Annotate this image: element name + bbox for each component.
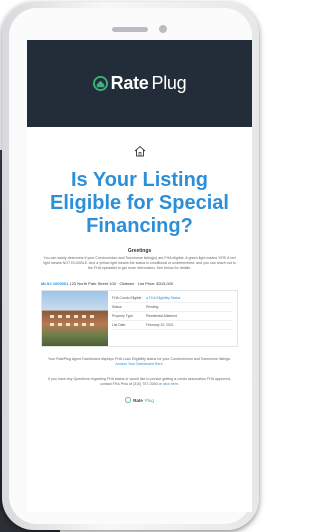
- email-headline: Is Your Listing Eligible for Special Fin…: [35, 169, 244, 238]
- detail-row: Status Pending: [112, 303, 233, 312]
- dashboard-paragraph: Your RatePlug Agent Dashboard displays F…: [43, 357, 236, 367]
- detail-key: List Date: [112, 323, 126, 327]
- fha-status-value[interactable]: ● FHA Eligibility Status: [146, 294, 180, 302]
- detail-key: Status: [112, 305, 122, 309]
- detail-value: February 10, 2021: [146, 323, 174, 327]
- headline-line-3: Financing?: [86, 215, 193, 237]
- intro-paragraph: You can easily determine if your Condomi…: [43, 256, 236, 270]
- phone-frame: Rate Plug Is Your Listing Eligible for Sp…: [2, 2, 259, 530]
- footer-logo[interactable]: Rate Plug: [27, 397, 252, 403]
- headline-line-2: Eligible for Special: [50, 192, 229, 214]
- listing-summary: MLS# 1000001 123 North Park Street 100 ·…: [41, 281, 238, 286]
- phone-camera: [159, 25, 167, 33]
- dashboard-link[interactable]: Access Your Dashboard Here.: [115, 362, 163, 366]
- contact-paragraph: If you have any Questions regarding FHA …: [43, 377, 236, 387]
- home-icon: [134, 145, 145, 157]
- listing-details: FHA Condo Eligible ● FHA Eligibility Sta…: [108, 291, 237, 346]
- contact-link[interactable]: click here.: [163, 382, 179, 386]
- footer-brand-plug: Plug: [144, 397, 154, 403]
- detail-key: FHA Condo Eligible: [112, 296, 142, 300]
- detail-key: Property Type: [112, 314, 134, 318]
- listing-photo: [42, 291, 108, 346]
- phone-speaker: [112, 27, 148, 32]
- listing-card[interactable]: FHA Condo Eligible ● FHA Eligibility Sta…: [41, 290, 238, 347]
- detail-value: Residential Attached: [146, 314, 177, 318]
- phone-bezel: Rate Plug Is Your Listing Eligible for Sp…: [9, 8, 252, 524]
- rateplug-logo-icon: [92, 76, 108, 91]
- headline-line-1: Is Your Listing: [70, 169, 209, 191]
- detail-row: List Date February 10, 2021: [112, 321, 233, 330]
- logo-text-plug: Plug: [151, 73, 187, 93]
- detail-value: Pending: [146, 305, 159, 309]
- footer-brand-rate: Rate: [133, 397, 143, 403]
- dashboard-text: Your RatePlug Agent Dashboard displays F…: [48, 357, 231, 361]
- listing-address: 123 North Park Street 100 · Oldtown · Li…: [69, 281, 174, 286]
- rateplug-logo-icon: [125, 397, 132, 403]
- email-header: Rate Plug: [27, 40, 252, 127]
- email-screen: Rate Plug Is Your Listing Eligible for Sp…: [27, 40, 252, 512]
- detail-row: FHA Condo Eligible ● FHA Eligibility Sta…: [112, 294, 233, 303]
- rateplug-logo[interactable]: Rate Plug: [92, 73, 187, 94]
- detail-row: Property Type Residential Attached: [112, 312, 233, 321]
- greeting-title: Greetings: [127, 248, 152, 254]
- contact-text: If you have any Questions regarding FHA …: [48, 377, 231, 386]
- logo-text-rate: Rate: [110, 73, 149, 93]
- mls-number[interactable]: MLS# 1000001: [41, 281, 68, 286]
